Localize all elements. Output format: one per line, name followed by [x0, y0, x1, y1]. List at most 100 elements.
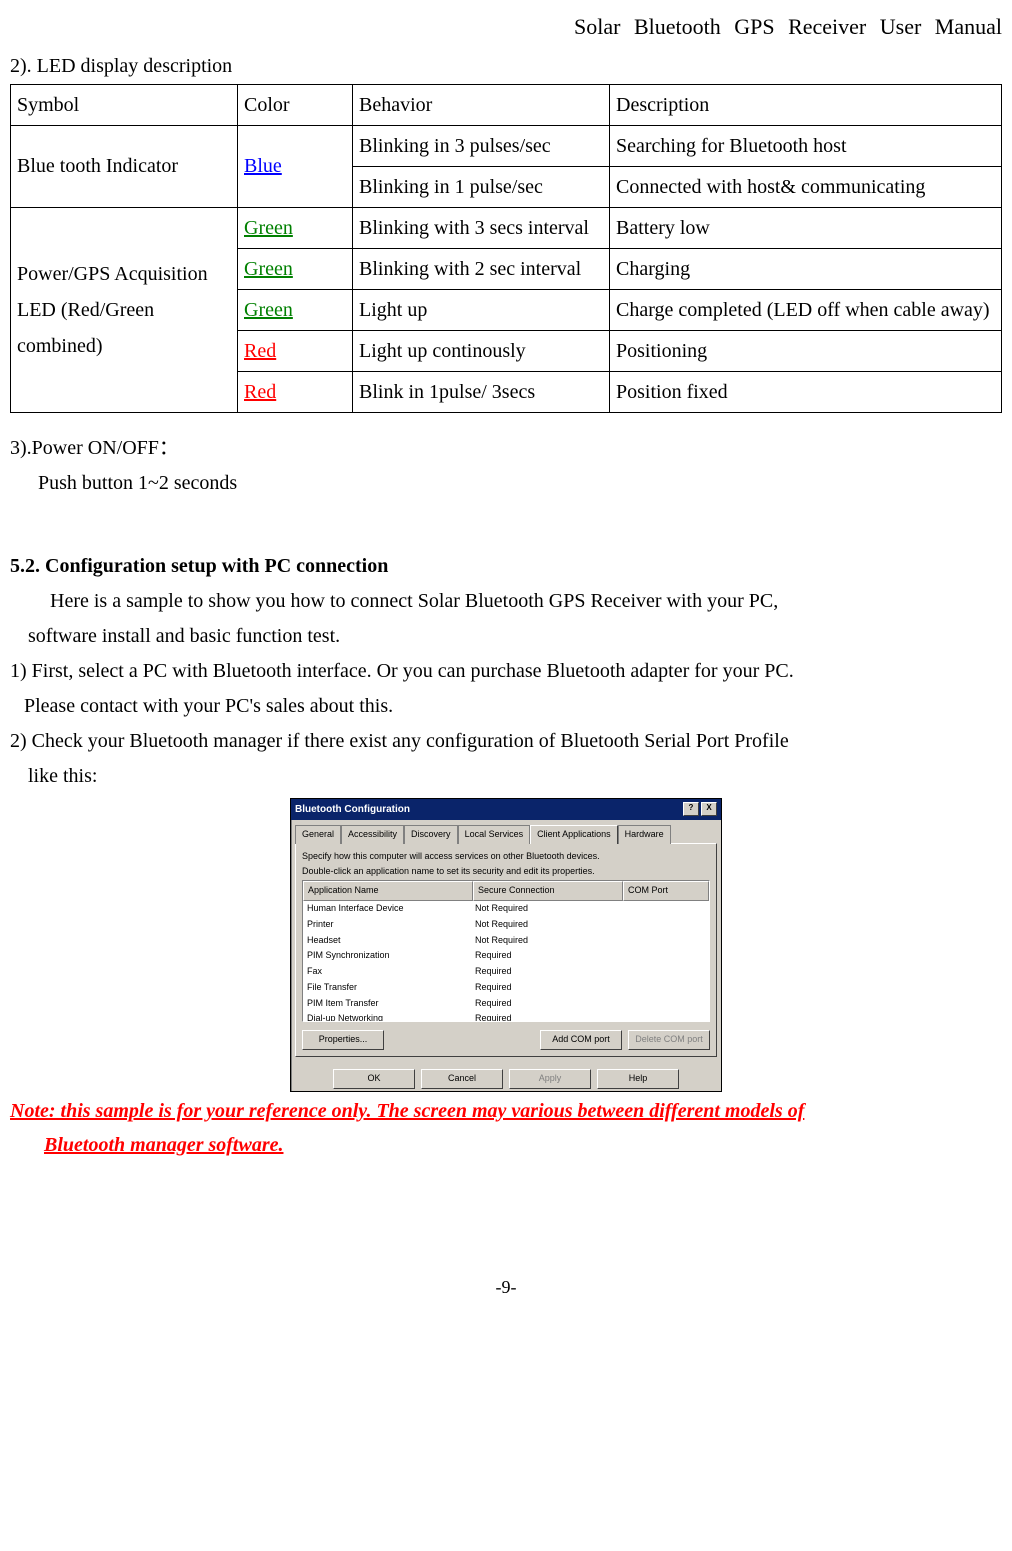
color-red: Red: [244, 340, 276, 362]
note-line2: Bluetooth manager software.: [10, 1134, 283, 1156]
sec52-title: 5.2. Configuration setup with PC connect…: [10, 549, 1002, 584]
properties-button[interactable]: Properties...: [302, 1030, 384, 1050]
list-item[interactable]: HeadsetNot Required: [303, 933, 709, 949]
color-red: Red: [244, 381, 276, 403]
note-text: Note: this sample is for your reference …: [10, 1094, 1002, 1162]
cell: [619, 1011, 709, 1022]
paragraph-text: like this:: [10, 765, 97, 787]
dialog-tabstrip: General Accessibility Discovery Local Se…: [291, 820, 721, 843]
dialog-bottom-buttons: OK Cancel Apply Help: [291, 1065, 721, 1091]
list-item[interactable]: FaxRequired: [303, 964, 709, 980]
ok-button[interactable]: OK: [333, 1069, 415, 1089]
dialog-panel: Specify how this computer will access se…: [295, 843, 717, 1057]
delete-com-port-button[interactable]: Delete COM port: [628, 1030, 710, 1050]
bluetooth-config-dialog: Bluetooth Configuration ? X General Acce…: [290, 798, 722, 1092]
cell-behavior: Blinking with 3 secs interval: [353, 207, 610, 248]
col-secure-connection[interactable]: Secure Connection: [473, 881, 623, 901]
dialog-text: Specify how this computer will access se…: [302, 851, 710, 862]
list-item[interactable]: File TransferRequired: [303, 980, 709, 996]
color-green: Green: [244, 299, 293, 321]
cancel-button[interactable]: Cancel: [421, 1069, 503, 1089]
tab-client-applications[interactable]: Client Applications: [530, 825, 618, 844]
page-number: -9-: [10, 1272, 1002, 1304]
dialog-button-row: Properties... Add COM port Delete COM po…: [302, 1030, 710, 1050]
paragraph-text: 2) Check your Bluetooth manager if there…: [10, 730, 789, 752]
sec2-title: 2). LED display description: [10, 49, 1002, 84]
cell: Required: [471, 980, 619, 996]
cell-color: Green: [238, 248, 353, 289]
cell-description: Connected with host& communicating: [610, 166, 1002, 207]
col-com-port[interactable]: COM Port: [623, 881, 709, 901]
dialog-titlebar: Bluetooth Configuration ? X: [291, 799, 721, 821]
paragraph-text: software install and basic function test…: [10, 625, 340, 647]
cell-behavior: Blinking with 2 sec interval: [353, 248, 610, 289]
cell: [619, 996, 709, 1012]
th-description: Description: [610, 84, 1002, 125]
cell-bt-symbol: Blue tooth Indicator: [11, 125, 238, 207]
col-application-name[interactable]: Application Name: [303, 881, 473, 901]
cell-description: Positioning: [610, 330, 1002, 371]
cell: Not Required: [471, 901, 619, 917]
cell: [619, 964, 709, 980]
cell: Required: [471, 996, 619, 1012]
list-item[interactable]: PIM Item TransferRequired: [303, 996, 709, 1012]
cell: File Transfer: [303, 980, 471, 996]
cell-description: Searching for Bluetooth host: [610, 125, 1002, 166]
cell: Required: [471, 948, 619, 964]
paragraph-text: 1) First, select a PC with Bluetooth int…: [10, 660, 794, 682]
cell: [619, 901, 709, 917]
color-green: Green: [244, 217, 293, 239]
cell-color: Red: [238, 330, 353, 371]
tab-hardware[interactable]: Hardware: [618, 825, 671, 844]
sec3-title: 3).Power ON/OFF：: [10, 431, 1002, 466]
list-item[interactable]: Human Interface DeviceNot Required: [303, 901, 709, 917]
help-icon[interactable]: ?: [683, 802, 699, 816]
cell: Not Required: [471, 933, 619, 949]
sec3-body: Push button 1~2 seconds: [10, 466, 1002, 501]
cell: Required: [471, 1011, 619, 1022]
help-button[interactable]: Help: [597, 1069, 679, 1089]
cell: [619, 980, 709, 996]
tab-local-services[interactable]: Local Services: [458, 825, 531, 844]
list-item[interactable]: Dial-up NetworkingRequired: [303, 1011, 709, 1022]
close-icon[interactable]: X: [701, 802, 717, 816]
dialog-title: Bluetooth Configuration: [295, 801, 410, 819]
list-item[interactable]: PrinterNot Required: [303, 917, 709, 933]
paragraph-text: Here is a sample to show you how to conn…: [10, 590, 778, 612]
cell-behavior: Blink in 1pulse/ 3secs: [353, 371, 610, 412]
cell: PIM Item Transfer: [303, 996, 471, 1012]
th-symbol: Symbol: [11, 84, 238, 125]
cell-description: Charge completed (LED off when cable awa…: [610, 289, 1002, 330]
cell-behavior: Light up: [353, 289, 610, 330]
cell: Not Required: [471, 917, 619, 933]
tab-accessibility[interactable]: Accessibility: [341, 825, 404, 844]
table-row: Blue tooth Indicator Blue Blinking in 3 …: [11, 125, 1002, 166]
led-table: Symbol Color Behavior Description Blue t…: [10, 84, 1002, 413]
cell-bt-color: Blue: [238, 125, 353, 207]
cell-color: Green: [238, 289, 353, 330]
color-blue: Blue: [244, 155, 282, 177]
cell-description: Charging: [610, 248, 1002, 289]
color-green: Green: [244, 258, 293, 280]
list-header: Application Name Secure Connection COM P…: [303, 881, 709, 901]
cell: Headset: [303, 933, 471, 949]
dialog-screenshot: Bluetooth Configuration ? X General Acce…: [10, 798, 1002, 1092]
applications-listbox[interactable]: Application Name Secure Connection COM P…: [302, 880, 710, 1022]
tab-general[interactable]: General: [295, 825, 341, 844]
cell: Fax: [303, 964, 471, 980]
cell-description: Battery low: [610, 207, 1002, 248]
tab-discovery[interactable]: Discovery: [404, 825, 458, 844]
th-color: Color: [238, 84, 353, 125]
dialog-text: Double-click an application name to set …: [302, 866, 710, 877]
cell-behavior: Blinking in 1 pulse/sec: [353, 166, 610, 207]
cell: PIM Synchronization: [303, 948, 471, 964]
paragraph-text: Please contact with your PC's sales abou…: [10, 695, 393, 717]
th-behavior: Behavior: [353, 84, 610, 125]
add-com-port-button[interactable]: Add COM port: [540, 1030, 622, 1050]
cell: Printer: [303, 917, 471, 933]
apply-button[interactable]: Apply: [509, 1069, 591, 1089]
cell-description: Position fixed: [610, 371, 1002, 412]
cell-color: Green: [238, 207, 353, 248]
cell: Human Interface Device: [303, 901, 471, 917]
list-item[interactable]: PIM SynchronizationRequired: [303, 948, 709, 964]
